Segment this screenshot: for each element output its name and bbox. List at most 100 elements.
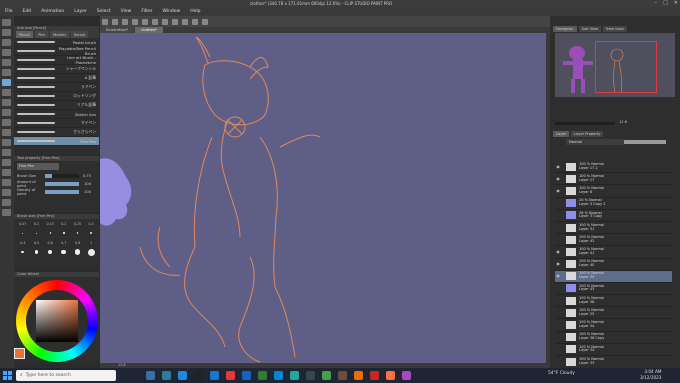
navigator-viewport[interactable]	[595, 41, 657, 93]
visibility-eye-icon[interactable]	[555, 359, 561, 365]
blend-mode-select[interactable]: Normal	[566, 139, 625, 145]
app-icon-6[interactable]	[386, 371, 395, 380]
tab-item-bank[interactable]: Item bank	[603, 26, 628, 32]
brush-size-value[interactable]: 1	[84, 241, 98, 245]
tab-navigator[interactable]: Navigator	[553, 26, 577, 32]
snap-grid-icon[interactable]	[202, 18, 208, 25]
brush-size-value[interactable]: 0.1	[30, 222, 44, 226]
brush-size-value[interactable]: 0.4	[16, 241, 30, 245]
brush-size-preset[interactable]	[84, 247, 98, 257]
brush-size-preset[interactable]	[57, 228, 71, 238]
pencil-tool-icon[interactable]	[2, 79, 11, 86]
brush-size-value[interactable]: 0.3	[84, 222, 98, 226]
saturation-square[interactable]	[36, 300, 78, 342]
menu-window[interactable]: Window	[157, 7, 185, 16]
property-value[interactable]: 100	[79, 190, 91, 194]
subtool-tab-pen[interactable]: Pen	[35, 31, 49, 38]
brush-size-preset[interactable]	[43, 228, 57, 238]
eyedropper-tool-icon[interactable]	[2, 59, 11, 66]
undo-icon[interactable]	[132, 18, 138, 25]
visibility-eye-icon[interactable]	[555, 212, 561, 218]
app-icon-3[interactable]	[338, 371, 347, 380]
frame-tool-icon[interactable]	[2, 169, 11, 176]
terminal-icon[interactable]	[306, 371, 315, 380]
layer-row[interactable]: ◉ 100 % Normal Layer 17 2	[555, 161, 672, 174]
brush-size-value[interactable]: 0.5	[30, 241, 44, 245]
visibility-eye-icon[interactable]: ◉	[555, 261, 561, 267]
navigator-preview[interactable]	[555, 33, 675, 97]
menu-view[interactable]: View	[116, 7, 137, 16]
layer-row[interactable]: 100 % Normal Layer 34	[555, 344, 672, 356]
airbrush-tool-icon[interactable]	[2, 99, 11, 106]
brush-size-value[interactable]: 0.6	[43, 241, 57, 245]
decoration-tool-icon[interactable]	[2, 109, 11, 116]
steam-icon[interactable]	[194, 371, 203, 380]
maximize-icon[interactable]: □	[663, 0, 668, 6]
brush-tool-icon[interactable]	[2, 89, 11, 96]
mail-icon[interactable]	[274, 371, 283, 380]
brush-size-preset[interactable]	[16, 228, 30, 238]
weather-widget[interactable]: 54°F Cloudy	[548, 371, 575, 376]
snap-ruler-icon[interactable]	[192, 18, 198, 25]
visibility-eye-icon[interactable]	[555, 322, 561, 328]
new-file-icon[interactable]	[102, 18, 108, 25]
property-slider[interactable]	[45, 182, 79, 186]
save-icon[interactable]	[122, 18, 128, 25]
property-slider[interactable]	[45, 174, 79, 178]
layer-row[interactable]: 100 % Normal Layer 34	[555, 319, 672, 332]
taskbar-search-box[interactable]: ⌕ Type here to search	[16, 370, 116, 381]
close-icon[interactable]: ✕	[674, 0, 678, 6]
layer-row[interactable]: 100 % Normal Layer 36 Copy	[555, 332, 672, 344]
subtool-tab-marker[interactable]: Marker	[50, 31, 70, 38]
visibility-eye-icon[interactable]: ◉	[555, 249, 561, 255]
layer-row[interactable]: 100 % Normal Layer 38	[555, 295, 672, 308]
brush-size-preset[interactable]	[30, 247, 44, 257]
operation-tool-icon[interactable]	[2, 39, 11, 46]
ruler-tool-icon[interactable]	[2, 179, 11, 186]
chrome-icon[interactable]	[226, 371, 235, 380]
app-icon-4[interactable]	[354, 371, 363, 380]
balloon-tool-icon[interactable]	[2, 199, 11, 206]
clip-studio-icon[interactable]	[402, 371, 411, 380]
layer-row[interactable]: ◉ 100 % Normal Layer 17	[555, 173, 672, 186]
layer-row[interactable]: 26 % Normal Layer 3 Copy	[555, 210, 672, 222]
correct-line-tool-icon[interactable]	[2, 209, 11, 216]
current-color-swatch[interactable]	[14, 348, 25, 359]
word-icon[interactable]	[242, 371, 251, 380]
layer-row[interactable]: ◉ 100 % Normal Layer 8	[555, 185, 672, 198]
brush-item[interactable]: Fine Pen	[14, 137, 99, 146]
layer-row[interactable]: 100 % Normal Layer 25	[555, 307, 672, 320]
visibility-eye-icon[interactable]: ◉	[555, 164, 561, 170]
brush-size-value[interactable]: 0.15	[43, 222, 57, 226]
brush-size-value[interactable]: 0.07	[16, 222, 30, 226]
zoom-tool-icon[interactable]	[2, 19, 11, 26]
brush-item[interactable]: マイペン	[14, 119, 99, 128]
clear-icon[interactable]	[152, 18, 158, 25]
visibility-eye-icon[interactable]	[555, 346, 561, 352]
transform-icon[interactable]	[162, 18, 168, 25]
menu-file[interactable]: File	[0, 7, 18, 16]
pen-tool-icon[interactable]	[2, 69, 11, 76]
tab-layer[interactable]: Layer	[553, 131, 570, 137]
brush-item[interactable]: ロットリング	[14, 92, 99, 101]
fill-icon[interactable]	[172, 18, 178, 25]
menu-layer[interactable]: Layer	[69, 7, 92, 16]
visibility-eye-icon[interactable]	[555, 237, 561, 243]
layer-row[interactable]: 100 % Normal Layer 31	[555, 222, 672, 235]
property-value[interactable]: 100	[79, 182, 91, 186]
visibility-eye-icon[interactable]	[555, 285, 561, 291]
brush-size-preset[interactable]	[16, 247, 30, 257]
doc-tab-clothes[interactable]: clothes*	[135, 27, 163, 33]
subtool-tab-brush[interactable]: Brush	[71, 31, 89, 38]
tab-sub-view[interactable]: Sub View	[578, 26, 602, 32]
snap-icon[interactable]	[182, 18, 188, 25]
brush-size-preset[interactable]	[71, 228, 85, 238]
brush-item[interactable]: シャープペンシル	[14, 65, 99, 74]
canvas-area[interactable]	[100, 27, 550, 368]
move-tool-icon[interactable]	[2, 29, 11, 36]
opacity-slider[interactable]	[624, 140, 666, 144]
brush-size-preset[interactable]	[71, 247, 85, 257]
taskbar-clock[interactable]: 3:04 AM 3/12/2023	[640, 369, 661, 380]
layer-row[interactable]: ◉ 100 % Normal Layer 41	[555, 246, 672, 259]
fill-tool-icon[interactable]	[2, 139, 11, 146]
